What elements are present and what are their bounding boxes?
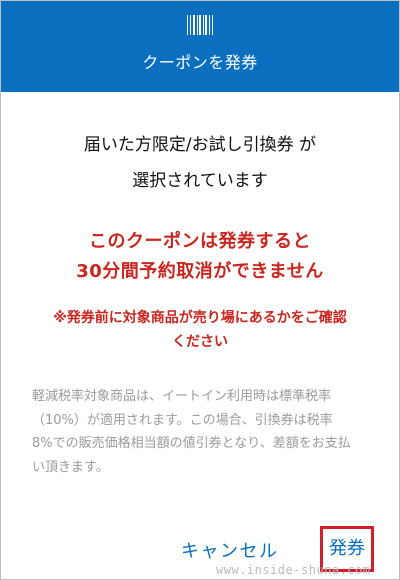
cancellation-warning-line-2: 30分間予約取消ができません (76, 261, 324, 282)
tax-rate-note-line-3: 8%での販売価格相当額の値引券となり、差額をお支払 (32, 436, 351, 451)
cancellation-warning-line-1: このクーポンは発券すると (89, 231, 311, 252)
site-watermark: www.inside-shuna.com (216, 563, 371, 577)
stock-check-notice-line-2: ください (172, 334, 228, 350)
tax-rate-note: 軽減税率対象商品は、イートイン利用時は標準税率 （10%）が適用されます。この場… (32, 385, 370, 479)
cancellation-warning: このクーポンは発券すると 30分間予約取消ができません (1, 227, 399, 287)
stock-check-notice-line-1: ※発券前に対象商品が売り場にあるかをご確認 (53, 310, 347, 326)
barcode-icon (187, 15, 213, 35)
dialog-header: クーポンを発券 (1, 1, 399, 92)
stock-check-notice: ※発券前に対象商品が売り場にあるかをご確認 ください (1, 306, 399, 354)
tax-rate-note-line-4: い頂きます。 (32, 459, 109, 475)
tax-rate-note-line-2: （10%）が適用されます。この場合、引換券は税率 (32, 412, 333, 428)
selection-message-line-1: 届いた方限定/お試し引換券 が (83, 135, 317, 155)
coupon-issue-dialog: クーポンを発券 届いた方限定/お試し引換券 が 選択されています このクーポンは… (0, 0, 400, 580)
dialog-title: クーポンを発券 (142, 53, 258, 72)
selection-message-line-2: 選択されています (132, 171, 268, 191)
tax-rate-note-line-1: 軽減税率対象商品は、イートイン利用時は標準税率 (32, 389, 332, 404)
cancel-button[interactable]: キャンセル (181, 537, 279, 563)
selection-message: 届いた方限定/お試し引換券 が 選択されています (1, 127, 399, 199)
